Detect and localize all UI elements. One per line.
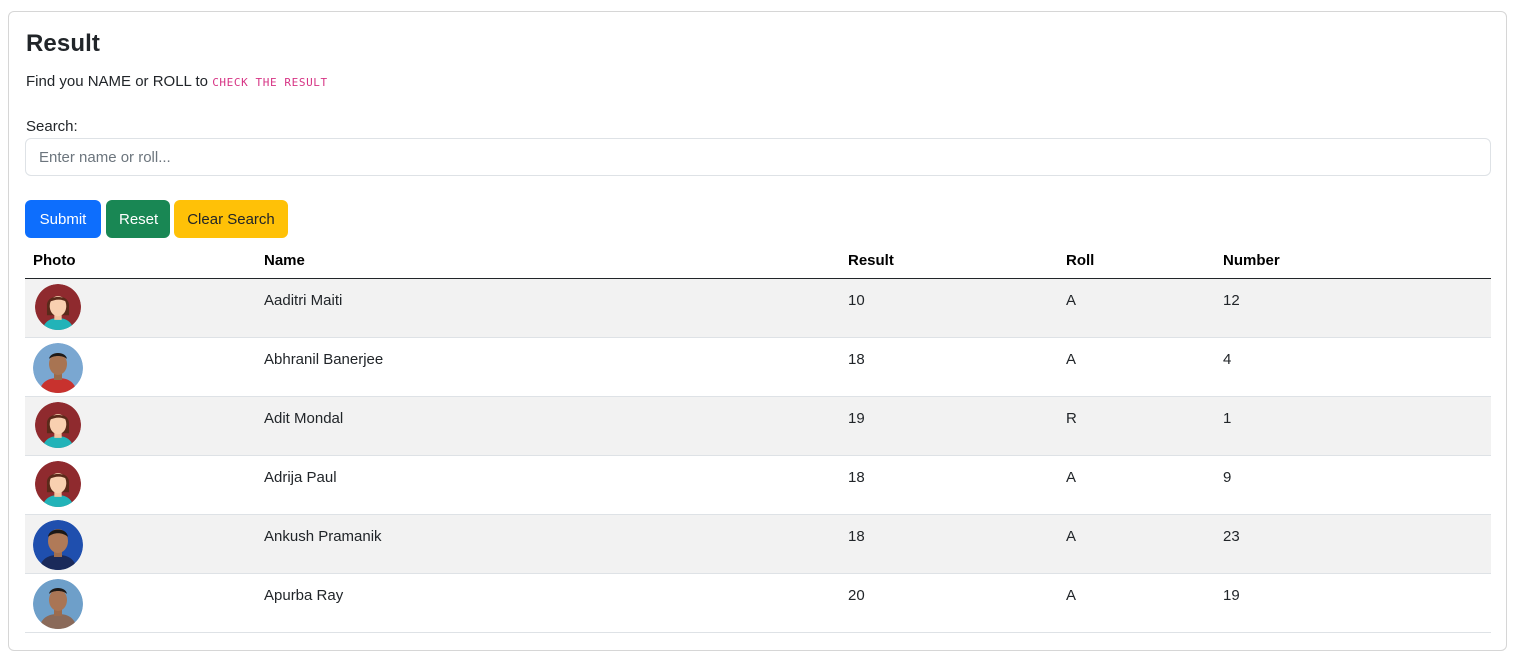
search-input[interactable] [25,138,1491,176]
roll-cell: A [1058,278,1215,338]
roll-cell: A [1058,337,1215,397]
result-cell: 20 [840,573,1058,633]
photo-cell [25,573,256,633]
student-photo [33,342,83,393]
reset-button[interactable]: Reset [106,200,170,238]
female-avatar-icon [35,460,81,507]
photo-cell [25,337,256,397]
female-avatar-icon [35,401,81,448]
subtitle-text: Find you NAME or ROLL to [26,73,213,90]
result-cell: 18 [840,455,1058,515]
column-header-roll: Roll [1058,244,1215,279]
name-cell: Apurba Ray [256,573,840,633]
result-cell: 19 [840,396,1058,456]
table-row: Adit Mondal 19 R 1 [25,396,1491,456]
photo-cell [25,455,256,515]
table-row: Adrija Paul 18 A 9 [25,455,1491,515]
name-cell: Aaditri Maiti [256,278,840,338]
photo-cell [25,396,256,456]
name-cell: Ankush Pramanik [256,514,840,574]
roll-cell: A [1058,514,1215,574]
column-header-result: Result [840,244,1058,279]
table-row: Abhranil Banerjee 18 A 4 [25,337,1491,397]
table-row: Apurba Ray 20 A 19 [25,573,1491,633]
student-photo [33,519,83,570]
name-cell: Adrija Paul [256,455,840,515]
result-cell: 18 [840,337,1058,397]
number-cell: 9 [1215,455,1491,515]
column-header-number: Number [1215,244,1491,279]
name-cell: Abhranil Banerjee [256,337,840,397]
number-cell: 4 [1215,337,1491,397]
result-cell: 18 [840,514,1058,574]
number-cell: 1 [1215,396,1491,456]
result-card: Result Find you NAME or ROLL to CHECK TH… [8,11,1507,651]
result-cell: 10 [840,278,1058,338]
column-header-name: Name [256,244,840,279]
female-avatar-icon [35,283,81,330]
submit-button[interactable]: Submit [25,200,101,238]
student-photo [33,578,83,629]
photo-cell [25,278,256,338]
table-row: Aaditri Maiti 10 A 12 [25,278,1491,338]
search-label: Search: [26,118,78,135]
page-title: Result [26,30,100,57]
subtitle-code: CHECK THE RESULT [212,76,328,89]
roll-cell: A [1058,573,1215,633]
number-cell: 12 [1215,278,1491,338]
results-table: Photo Name Result Roll Number Aaditri Ma… [25,244,1491,633]
page-subtitle: Find you NAME or ROLL to CHECK THE RESUL… [26,73,328,90]
header-row: Photo Name Result Roll Number [25,244,1491,279]
results-table-header: Photo Name Result Roll Number [25,244,1491,279]
number-cell: 19 [1215,573,1491,633]
number-cell: 23 [1215,514,1491,574]
name-cell: Adit Mondal [256,396,840,456]
table-row: Ankush Pramanik 18 A 23 [25,514,1491,574]
roll-cell: A [1058,455,1215,515]
photo-cell [25,514,256,574]
clear-search-button[interactable]: Clear Search [174,200,288,238]
roll-cell: R [1058,396,1215,456]
results-table-body: Aaditri Maiti 10 A 12 Abhranil Banerjee … [25,278,1491,633]
column-header-photo: Photo [25,244,256,279]
